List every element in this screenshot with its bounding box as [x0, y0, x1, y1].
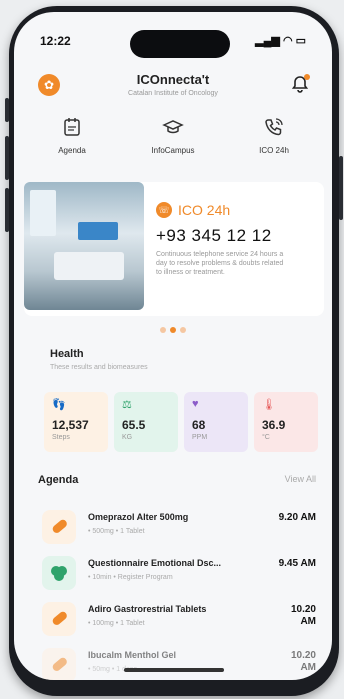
carousel-dots[interactable]: [14, 320, 332, 338]
health-value-weight: 65.5: [122, 418, 146, 432]
footprints-icon: 👣: [52, 399, 66, 411]
agenda-item[interactable]: Omeprazol Alter 500mg • 500mg • 1 Tablet…: [38, 506, 316, 552]
health-unit-temperature: °C: [262, 434, 270, 441]
agenda-item[interactable]: Adiro Gastrorestrial Tablets • 100mg • 1…: [38, 598, 316, 644]
banner-label: ICO 24h: [178, 202, 231, 218]
agenda-item-time: 10.20 AM: [290, 604, 316, 627]
notifications-bell-icon[interactable]: [290, 74, 310, 94]
scale-icon: ⚖: [122, 399, 132, 411]
pill-icon: [42, 510, 76, 544]
reception-photo: [24, 182, 144, 310]
carousel-dot[interactable]: [160, 327, 166, 333]
app-header: ✿ ICOnnecta't Catalan Institute of Oncol…: [14, 68, 332, 108]
agenda-item-name: Ibucalm Menthol Gel: [88, 650, 177, 660]
phone-icon: [265, 118, 283, 136]
nav-label-agenda: Agenda: [58, 146, 86, 155]
quick-nav: Agenda InfoCampus ICO 24h: [30, 112, 316, 166]
health-title: Health: [50, 348, 84, 360]
brain-icon: [42, 556, 76, 590]
agenda-item-detail: • 10min • Register Program: [88, 574, 173, 581]
volume-down-button: [5, 188, 9, 232]
volume-up-button: [5, 136, 9, 180]
home-indicator[interactable]: [124, 668, 224, 672]
graduation-cap-icon: [162, 120, 184, 134]
calendar-icon: [64, 118, 80, 136]
health-unit-steps: Steps: [52, 434, 70, 441]
agenda-item-time: 10.20 AM: [290, 650, 316, 673]
agenda-item-detail: • 100mg • 1 Tablet: [88, 620, 145, 627]
nav-agenda[interactable]: Agenda: [30, 112, 114, 166]
agenda-item-detail: • 500mg • 1 Tablet: [88, 528, 145, 535]
agenda-header: Agenda View All: [38, 472, 316, 492]
status-bar: 12:22 ▂▄▆ ◠ ▭: [14, 30, 332, 52]
thermometer-icon: 🌡: [262, 399, 276, 411]
notification-dot: [304, 74, 310, 80]
health-cards: 👣 12,537 Steps ⚖ 65.5 KG ♥ 68 PPM 🌡 36.9…: [44, 392, 322, 452]
nav-label-infocampus: InfoCampus: [151, 146, 195, 155]
screen: 12:22 ▂▄▆ ◠ ▭ ✿ ICOnnecta't Catalan Inst…: [14, 12, 332, 680]
banner-phone-number[interactable]: +93 345 12 12: [156, 226, 272, 246]
pill-icon: [42, 602, 76, 636]
health-value-steps: 12,537: [52, 418, 89, 432]
nav-ico24h[interactable]: ICO 24h: [232, 112, 316, 166]
banner-header: ☏ ICO 24h: [156, 202, 230, 218]
agenda-title: Agenda: [38, 474, 79, 486]
health-card-weight[interactable]: ⚖ 65.5 KG: [114, 392, 178, 452]
mute-switch: [5, 98, 9, 122]
ico24h-banner[interactable]: ☏ ICO 24h +93 345 12 12 Continuous telep…: [24, 182, 324, 316]
agenda-item[interactable]: Questionnaire Emotional Dsc... • 10min •…: [38, 552, 316, 598]
app-title: ICOnnecta't: [136, 72, 210, 87]
health-value-heartrate: 68: [192, 418, 206, 432]
health-card-steps[interactable]: 👣 12,537 Steps: [44, 392, 108, 452]
health-unit-weight: KG: [122, 434, 133, 441]
status-icons: ▂▄▆ ◠ ▭: [255, 35, 306, 47]
agenda-item[interactable]: Ibucalm Menthol Gel • 50mg • 1 dose 10.2…: [38, 644, 316, 680]
agenda-item-name: Omeprazol Alter 500mg: [88, 512, 189, 522]
status-time: 12:22: [40, 34, 71, 48]
agenda-item-name: Questionnaire Emotional Dsc...: [88, 558, 222, 568]
agenda-item-name: Adiro Gastrorestrial Tablets: [88, 604, 207, 614]
nav-label-ico24h: ICO 24h: [259, 146, 289, 155]
agenda-item-time: 9.45 AM: [278, 558, 316, 569]
app-subtitle: Catalan Institute of Oncology: [128, 90, 218, 97]
health-subtitle: These results and biomeasures: [50, 364, 148, 371]
phone-badge-icon: ☏: [156, 202, 172, 218]
view-all-link[interactable]: View All: [285, 474, 316, 484]
nav-infocampus[interactable]: InfoCampus: [131, 112, 215, 166]
pill-icon: [42, 648, 76, 680]
health-value-temperature: 36.9: [262, 418, 286, 432]
agenda-item-time: 9.20 AM: [278, 512, 316, 523]
power-button: [339, 156, 343, 220]
health-card-temperature[interactable]: 🌡 36.9 °C: [254, 392, 318, 452]
carousel-dot[interactable]: [180, 327, 186, 333]
health-card-heartrate[interactable]: ♥ 68 PPM: [184, 392, 248, 452]
banner-description: Continuous telephone service 24 hours a …: [156, 251, 284, 276]
carousel-dot-active[interactable]: [170, 327, 176, 333]
health-unit-heartrate: PPM: [192, 434, 208, 441]
heart-icon: ♥: [192, 398, 199, 410]
